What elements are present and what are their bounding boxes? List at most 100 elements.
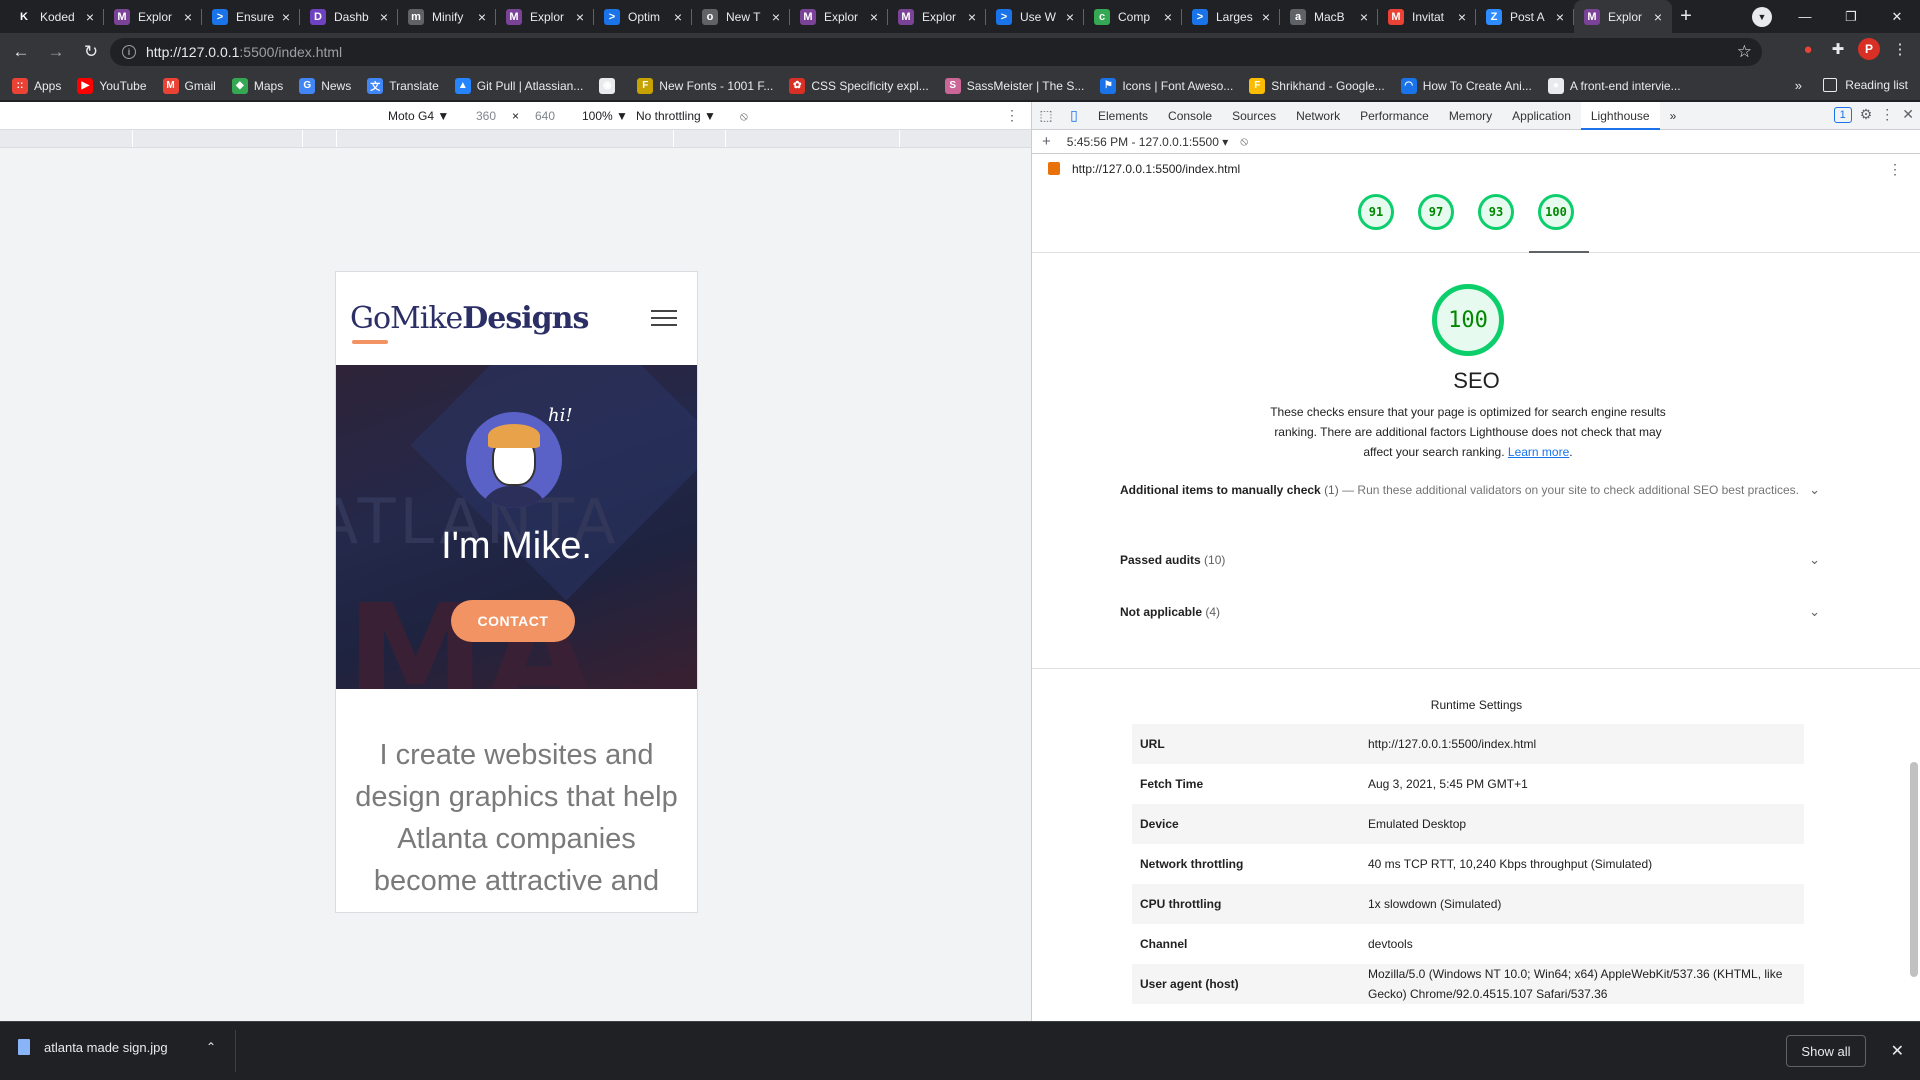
seo-gauge[interactable]: 100 [1538, 194, 1574, 230]
ruler-segment[interactable] [0, 130, 133, 147]
chevron-down-icon[interactable]: ⌄ [1809, 602, 1820, 622]
bookmark-item[interactable]: ⚑ Icons | Font Aweso... [1100, 77, 1233, 94]
bookmark-item[interactable]: 文 Translate [367, 77, 439, 94]
browser-tab[interactable]: K Koded × [6, 0, 104, 33]
tab-close-icon[interactable]: × [1552, 9, 1568, 25]
zoom-select[interactable]: 100% ▼ [582, 109, 628, 123]
menu-kebab-icon[interactable]: ⋮ [1890, 39, 1910, 59]
tab-close-icon[interactable]: × [82, 9, 98, 25]
restore-icon[interactable]: ❐ [1828, 0, 1874, 33]
new-report-icon[interactable]: + [1042, 133, 1051, 150]
devtools-tab-lighthouse[interactable]: Lighthouse [1580, 101, 1660, 130]
bookmark-star-icon[interactable]: ☆ [1737, 42, 1752, 62]
ruler-segment[interactable] [303, 130, 337, 147]
height-input[interactable]: 640 [535, 109, 555, 123]
learn-more-link[interactable]: Learn more [1508, 445, 1569, 459]
throttling-select[interactable]: No throttling ▼ [636, 109, 716, 123]
ruler-segment[interactable] [674, 130, 726, 147]
bookmark-item[interactable]: F Shrikhand - Google... [1249, 77, 1385, 94]
devtools-menu-icon[interactable]: ⋮ [1880, 106, 1894, 123]
tab-close-icon[interactable]: × [1650, 9, 1666, 25]
tab-search-icon[interactable]: ▼ [1752, 7, 1772, 27]
browser-tab[interactable]: M Explor × [888, 0, 986, 33]
devtools-tab-performance[interactable]: Performance [1350, 102, 1439, 130]
browser-tab[interactable]: > Larges × [1182, 0, 1280, 33]
tab-close-icon[interactable]: × [1454, 9, 1470, 25]
puzzle-extensions-icon[interactable]: ✚ [1828, 39, 1848, 59]
bookmark-item[interactable]: S SassMeister | The S... [944, 77, 1084, 94]
browser-tab[interactable]: c Comp × [1084, 0, 1182, 33]
close-shelf-icon[interactable]: ✕ [1891, 1041, 1904, 1061]
browser-tab[interactable]: > Use W × [986, 0, 1084, 33]
issues-badge[interactable]: 1 [1833, 106, 1852, 123]
contact-button[interactable]: CONTACT [451, 600, 575, 642]
devtools-tab-application[interactable]: Application [1502, 102, 1581, 130]
chevron-down-icon[interactable]: ⌄ [1809, 480, 1820, 500]
device-toggle-icon[interactable]: ▯ [1060, 102, 1088, 130]
tab-close-icon[interactable]: × [376, 9, 392, 25]
browser-tab[interactable]: > Ensure × [202, 0, 300, 33]
report-selector[interactable]: 5:45:56 PM - 127.0.0.1:5500 ▾ [1067, 135, 1228, 149]
bookmark-item[interactable]: M Gmail [162, 77, 216, 94]
best-practices-gauge[interactable]: 93 [1478, 194, 1514, 230]
browser-tab[interactable]: o New T × [692, 0, 790, 33]
devtools-scrollbar[interactable] [1908, 262, 1920, 1002]
forward-icon[interactable]: → [42, 38, 70, 66]
devtools-tab-sources[interactable]: Sources [1222, 102, 1286, 130]
chevron-down-icon[interactable]: ⌄ [1809, 550, 1820, 570]
close-devtools-icon[interactable]: ✕ [1902, 106, 1914, 123]
browser-tab[interactable]: m Minify × [398, 0, 496, 33]
devtools-tab-memory[interactable]: Memory [1439, 102, 1502, 130]
chevron-up-icon[interactable]: ⌃ [206, 1040, 216, 1054]
devtools-tab-elements[interactable]: Elements [1088, 102, 1158, 130]
site-logo[interactable]: GoMikeDesigns [350, 301, 589, 344]
scrollbar-thumb[interactable] [1910, 762, 1918, 977]
bookmarks-overflow-button[interactable]: » [1795, 78, 1802, 93]
rotate-icon[interactable]: ⦸ [740, 109, 748, 124]
tab-close-icon[interactable]: × [180, 9, 196, 25]
inspect-element-icon[interactable]: ⬚ [1032, 102, 1060, 130]
new-tab-button[interactable]: + [1672, 0, 1700, 33]
bookmark-item[interactable]: ● A front-end intervie... [1547, 77, 1681, 94]
bookmark-item[interactable]: ◠ How To Create Ani... [1400, 77, 1532, 94]
hamburger-menu-icon[interactable] [651, 310, 677, 331]
bookmark-item[interactable]: G News [299, 77, 351, 94]
performance-gauge[interactable]: 91 [1358, 194, 1394, 230]
address-bar[interactable]: i http://127.0.0.1:5500/index.html ☆ [110, 38, 1762, 66]
width-input[interactable]: 360 [476, 109, 496, 123]
browser-tab[interactable]: Z Post A × [1476, 0, 1574, 33]
bookmark-item[interactable]: ▶ YouTube [77, 77, 147, 94]
audit-group-not-applicable[interactable]: Not applicable (4) ⌄ [1120, 602, 1820, 622]
tab-close-icon[interactable]: × [1062, 9, 1078, 25]
bookmark-item[interactable]: F New Fonts - 1001 F... [637, 77, 773, 94]
tab-close-icon[interactable]: × [474, 9, 490, 25]
clear-reports-icon[interactable]: ⦸ [1240, 134, 1248, 149]
browser-tab[interactable]: M Explor × [104, 0, 202, 33]
tab-close-icon[interactable]: × [1160, 9, 1176, 25]
bookmark-item[interactable]: ◉ [599, 77, 621, 94]
tab-close-icon[interactable]: × [964, 9, 980, 25]
browser-tab[interactable]: M Invitat × [1378, 0, 1476, 33]
browser-tab[interactable]: D Dashb × [300, 0, 398, 33]
reload-icon[interactable]: ↻ [77, 38, 105, 66]
more-panels-button[interactable]: » [1660, 102, 1687, 130]
reading-list-button[interactable]: Reading list [1823, 78, 1908, 92]
profile-avatar[interactable]: P [1858, 38, 1880, 60]
tab-close-icon[interactable]: × [768, 9, 784, 25]
tab-close-icon[interactable]: × [572, 9, 588, 25]
bookmark-item[interactable]: ▲ Git Pull | Atlassian... [454, 77, 583, 94]
tab-close-icon[interactable]: × [1356, 9, 1372, 25]
media-query-ruler[interactable] [0, 130, 1031, 148]
report-url[interactable]: http://127.0.0.1:5500/index.html [1072, 162, 1240, 176]
devtools-tab-network[interactable]: Network [1286, 102, 1350, 130]
info-icon[interactable]: i [122, 45, 136, 59]
browser-tab[interactable]: M Explor × [1574, 0, 1672, 33]
audit-group-manual[interactable]: Additional items to manually check (1) —… [1120, 480, 1820, 500]
bookmark-item[interactable]: ◆ Maps [231, 77, 283, 94]
ruler-segment[interactable] [726, 130, 900, 147]
browser-tab[interactable]: M Explor × [790, 0, 888, 33]
settings-gear-icon[interactable]: ⚙ [1860, 106, 1873, 123]
accessibility-gauge[interactable]: 97 [1418, 194, 1454, 230]
audit-group-passed[interactable]: Passed audits (10) ⌄ [1120, 550, 1820, 570]
tab-close-icon[interactable]: × [1258, 9, 1274, 25]
